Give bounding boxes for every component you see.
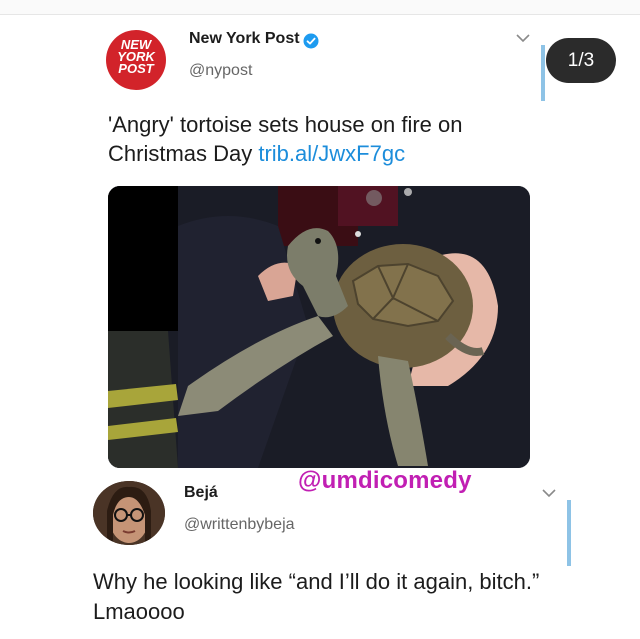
- beja-avatar[interactable]: [93, 481, 165, 545]
- scroll-indicator: [567, 500, 571, 566]
- scroll-indicator: [541, 45, 545, 101]
- beja-avatar-image: [93, 481, 165, 545]
- tortoise-photo-image: [108, 186, 530, 468]
- tweet-text: 'Angry' tortoise sets house on fire on C…: [108, 110, 548, 168]
- watermark-text: @umdicomedy: [298, 467, 472, 494]
- nypost-logo-wordmark: NEW YORK POST: [117, 37, 155, 76]
- author-name[interactable]: Bejá: [184, 484, 218, 502]
- image-counter-badge: 1/3: [546, 38, 616, 83]
- nypost-avatar[interactable]: NEW YORK POST: [106, 30, 166, 90]
- tweet-text: Why he looking like “and I’ll do it agai…: [93, 569, 540, 624]
- tweet-link[interactable]: trib.al/JwxF7gc: [258, 141, 405, 166]
- verified-badge-icon: [303, 33, 319, 49]
- chevron-down-icon[interactable]: [541, 487, 557, 499]
- chevron-down-icon[interactable]: [515, 32, 531, 44]
- top-divider: [0, 0, 640, 15]
- author-handle[interactable]: @nypost: [189, 62, 252, 80]
- tweet-photo-tortoise[interactable]: [108, 186, 530, 468]
- author-handle[interactable]: @writtenbybeja: [184, 516, 295, 534]
- author-name[interactable]: New York Post: [189, 30, 300, 48]
